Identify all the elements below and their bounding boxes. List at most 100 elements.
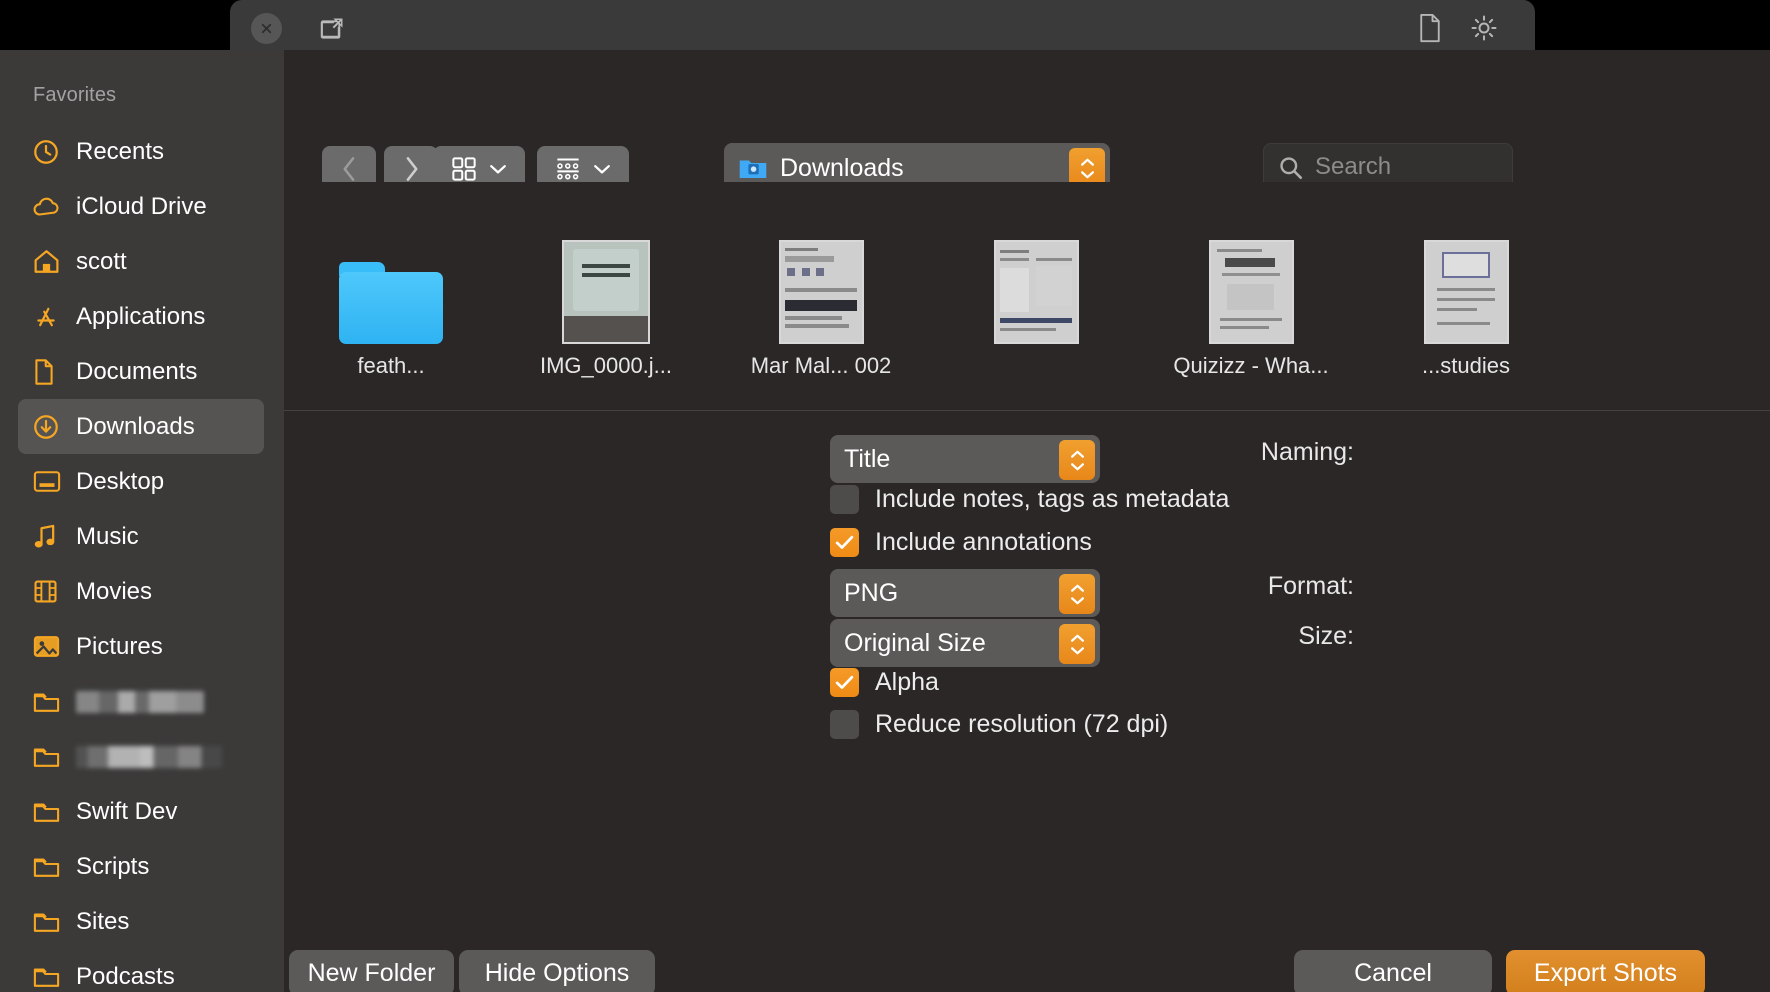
file-item[interactable]: Quizizz - Wha... xyxy=(1166,192,1336,410)
location-popup-value: Downloads xyxy=(780,154,904,183)
document-thumbnail xyxy=(994,240,1079,344)
folder-icon xyxy=(32,745,66,769)
file-browser[interactable]: feath... IMG_0000.j... xyxy=(284,182,1770,410)
reduce-resolution-checkbox[interactable] xyxy=(830,710,859,739)
sidebar-header: Favorites xyxy=(0,84,284,107)
format-value: PNG xyxy=(844,579,898,608)
search-icon xyxy=(1278,155,1303,180)
file-item[interactable]: Mar Mal... 002 xyxy=(736,192,906,410)
reduce-resolution-label: Reduce resolution (72 dpi) xyxy=(875,710,1168,739)
file-item[interactable]: feath... xyxy=(306,192,476,410)
sidebar-item-documents[interactable]: Documents xyxy=(18,344,264,399)
naming-value: Title xyxy=(844,445,890,474)
music-note-icon xyxy=(32,523,66,551)
folder-icon xyxy=(32,965,66,989)
include-annotations-label: Include annotations xyxy=(875,528,1092,557)
chevron-left-icon xyxy=(341,156,358,182)
naming-label: Naming: xyxy=(1261,438,1354,467)
alpha-row[interactable]: Alpha xyxy=(830,668,939,697)
file-name: Mar Mal... 002 xyxy=(751,353,892,379)
close-button[interactable] xyxy=(251,13,282,44)
include-annotations-checkbox[interactable] xyxy=(830,528,859,557)
file-thumbnail xyxy=(562,192,650,344)
document-thumbnail xyxy=(779,240,864,344)
sidebar-item-scripts[interactable]: Scripts xyxy=(18,839,264,894)
file-thumbnail xyxy=(1424,192,1509,344)
size-value: Original Size xyxy=(844,629,986,658)
include-metadata-row[interactable]: Include notes, tags as metadata xyxy=(830,485,1229,514)
document-button[interactable] xyxy=(1412,10,1448,46)
desktop-icon xyxy=(32,469,66,494)
sidebar-item-redacted-2[interactable] xyxy=(18,729,264,784)
hide-options-button[interactable]: Hide Options xyxy=(459,950,655,992)
sidebar-item-icloud-drive[interactable]: iCloud Drive xyxy=(18,179,264,234)
sidebar-item-label: Documents xyxy=(76,358,197,386)
screen: Favorites Recents iCloud Drive scott xyxy=(0,0,1770,992)
file-thumbnail xyxy=(994,192,1079,344)
settings-button[interactable] xyxy=(1466,10,1502,46)
sidebar-item-label: Movies xyxy=(76,578,152,606)
chevron-down-icon xyxy=(489,163,507,175)
naming-popup-button[interactable]: Title xyxy=(830,435,1100,483)
reduce-resolution-row[interactable]: Reduce resolution (72 dpi) xyxy=(830,710,1168,739)
home-icon xyxy=(32,248,66,275)
export-shots-button[interactable]: Export Shots xyxy=(1506,950,1705,992)
sidebar-item-sites[interactable]: Sites xyxy=(18,894,264,949)
include-annotations-row[interactable]: Include annotations xyxy=(830,528,1092,557)
chevron-down-icon xyxy=(593,163,611,175)
checkmark-icon xyxy=(835,675,854,690)
photo-thumbnail xyxy=(562,240,650,344)
compose-button[interactable] xyxy=(312,10,350,48)
sidebar-item-label: Pictures xyxy=(76,633,163,661)
include-metadata-checkbox[interactable] xyxy=(830,485,859,514)
file-name: Quizizz - Wha... xyxy=(1173,353,1328,379)
sidebar-item-music[interactable]: Music xyxy=(18,509,264,564)
file-item[interactable]: ...studies xyxy=(1381,192,1551,410)
download-icon xyxy=(32,413,66,441)
checkmark-icon xyxy=(835,535,854,550)
file-item[interactable] xyxy=(951,192,1121,410)
size-label: Size: xyxy=(1298,622,1354,651)
cloud-icon xyxy=(32,194,66,220)
dialog-toolbar: Downloads Search xyxy=(284,50,1770,182)
alpha-checkbox[interactable] xyxy=(830,668,859,697)
file-thumbnail xyxy=(1209,192,1294,344)
chevron-right-icon xyxy=(403,156,420,182)
sidebar-item-applications[interactable]: Applications xyxy=(18,289,264,344)
sidebar-item-recents[interactable]: Recents xyxy=(18,124,264,179)
cancel-button[interactable]: Cancel xyxy=(1294,950,1492,992)
file-name: feath... xyxy=(357,353,424,379)
format-row: Format: xyxy=(284,572,1354,601)
sidebar-item-movies[interactable]: Movies xyxy=(18,564,264,619)
document-icon xyxy=(32,358,66,386)
sidebar-item-redacted-1[interactable] xyxy=(18,674,264,729)
search-placeholder: Search xyxy=(1315,153,1391,181)
size-popup-button[interactable]: Original Size xyxy=(830,619,1100,667)
sidebar-item-scott[interactable]: scott xyxy=(18,234,264,289)
sidebar-item-desktop[interactable]: Desktop xyxy=(18,454,264,509)
photo-icon xyxy=(32,634,66,659)
new-folder-button[interactable]: New Folder xyxy=(289,950,454,992)
clock-icon xyxy=(32,138,66,166)
format-label: Format: xyxy=(1268,572,1354,601)
file-thumbnail xyxy=(339,192,443,344)
sidebar-item-pictures[interactable]: Pictures xyxy=(18,619,264,674)
stepper-updown-icon[interactable] xyxy=(1059,440,1095,480)
folder-icon xyxy=(32,690,66,714)
sidebar-item-downloads[interactable]: Downloads xyxy=(18,399,264,454)
sidebar-item-swift-dev[interactable]: Swift Dev xyxy=(18,784,264,839)
sidebar-item-label: Recents xyxy=(76,138,164,166)
blue-folder-icon xyxy=(738,155,768,181)
sidebar-item-label: Downloads xyxy=(76,413,195,441)
window-titlebar xyxy=(230,0,1535,55)
export-options: Naming: Title Include notes, tags as met… xyxy=(284,410,1770,918)
sidebar-item-podcasts[interactable]: Podcasts xyxy=(18,949,264,992)
sidebar: Favorites Recents iCloud Drive scott xyxy=(0,50,284,992)
gear-icon xyxy=(1469,13,1499,43)
alpha-label: Alpha xyxy=(875,668,939,697)
stepper-updown-icon[interactable] xyxy=(1059,624,1095,664)
stepper-updown-icon[interactable] xyxy=(1059,574,1095,614)
file-name: IMG_0000.j... xyxy=(540,353,672,379)
format-popup-button[interactable]: PNG xyxy=(830,569,1100,617)
file-item[interactable]: IMG_0000.j... xyxy=(521,192,691,410)
